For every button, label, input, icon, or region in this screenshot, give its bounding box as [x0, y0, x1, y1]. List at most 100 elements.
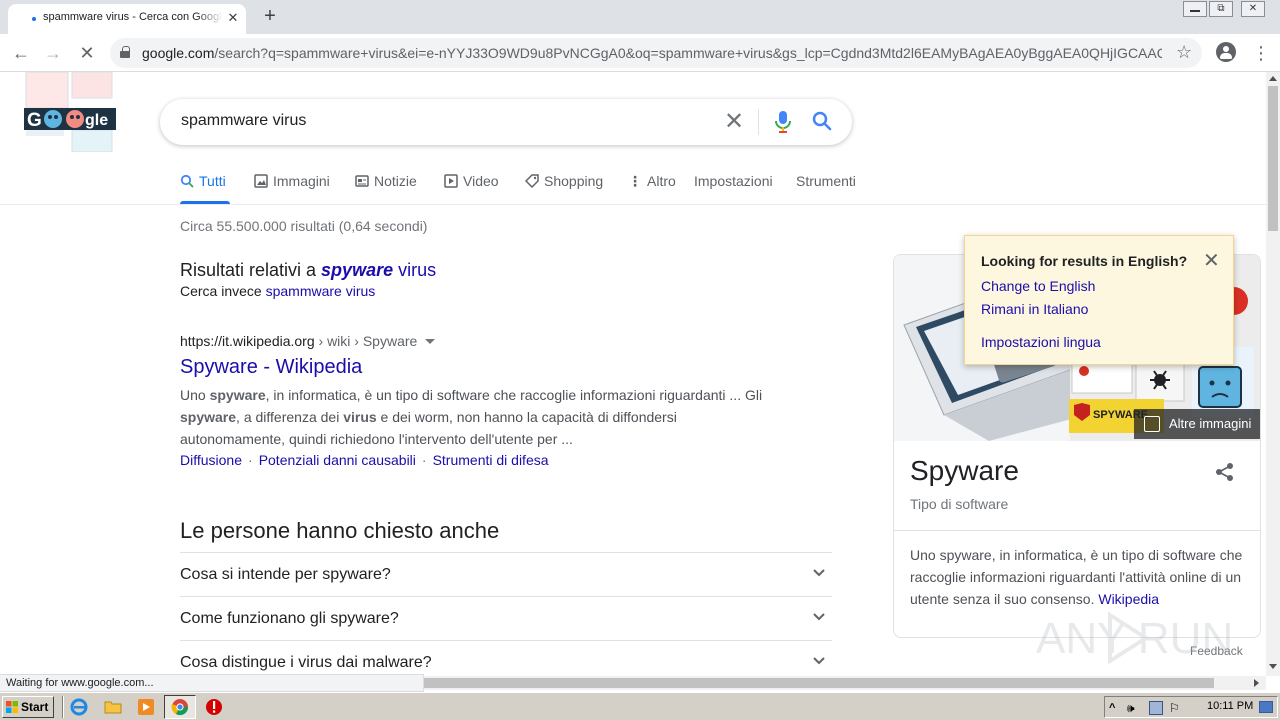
- media-player-icon[interactable]: [137, 698, 155, 716]
- address-bar[interactable]: google.com/search?q=spammware+virus&ei=e…: [110, 38, 1202, 68]
- knowledge-panel-title: Spyware: [910, 455, 1019, 486]
- clear-search-icon[interactable]: ✕: [722, 107, 746, 136]
- people-also-ask-title: Le persone hanno chiesto anche: [180, 518, 500, 543]
- tab-more[interactable]: ⋮ Altro: [628, 173, 676, 190]
- scroll-up-arrow-icon[interactable]: [1269, 76, 1277, 81]
- more-images-button[interactable]: Altre immagini: [1134, 409, 1260, 439]
- taskbar-divider: [62, 696, 64, 718]
- tab-video-label: Video: [463, 173, 499, 189]
- chevron-down-icon: [813, 569, 825, 577]
- watermark-text: ANY RUN: [1036, 614, 1233, 663]
- snippet-text: , a differenza dei: [236, 409, 344, 425]
- url-text[interactable]: google.com/search?q=spammware+virus&ei=e…: [142, 45, 1162, 61]
- alert-app-icon[interactable]: [205, 698, 223, 716]
- paa-question[interactable]: Cosa si intende per spyware?: [180, 552, 832, 596]
- search-icon[interactable]: [812, 111, 832, 131]
- paa-question-text: Come funzionano gli spyware?: [180, 610, 399, 627]
- knowledge-panel-divider: [894, 530, 1260, 531]
- wikipedia-source-link[interactable]: Wikipedia: [1098, 591, 1159, 607]
- scroll-down-arrow-icon[interactable]: [1269, 664, 1277, 669]
- start-button[interactable]: Start: [2, 696, 54, 718]
- sitelink-separator: ·: [248, 452, 253, 468]
- tab-shopping[interactable]: Shopping: [525, 173, 603, 189]
- browser-tab[interactable]: spammware virus - Cerca con Google ✕: [8, 4, 246, 34]
- tab-all[interactable]: Tutti: [180, 173, 226, 189]
- tab-images[interactable]: Immagini: [254, 173, 330, 189]
- network-icon[interactable]: [1149, 701, 1163, 715]
- google-results-page: G gle spammware virus ✕ Tutti Immagini N…: [0, 72, 1266, 676]
- search-box[interactable]: spammware virus ✕: [160, 99, 852, 145]
- original-query-link[interactable]: spammware virus: [266, 283, 376, 299]
- change-to-english-link[interactable]: Change to English: [981, 278, 1095, 294]
- search-input[interactable]: spammware virus: [181, 112, 306, 130]
- profile-avatar-icon[interactable]: [1216, 42, 1236, 62]
- more-images-label: Altre immagini: [1169, 416, 1252, 431]
- share-icon[interactable]: [1214, 461, 1236, 483]
- close-tab-icon[interactable]: ✕: [224, 9, 242, 27]
- horizontal-scroll-thumb[interactable]: [424, 678, 1214, 688]
- microphone-icon[interactable]: [774, 111, 792, 133]
- svg-text:gle: gle: [85, 112, 108, 129]
- tab-title: spammware virus - Cerca con Google: [43, 11, 223, 23]
- result-url-host: https://it.wikipedia.org: [180, 333, 315, 349]
- taskbar-chrome-active[interactable]: [164, 695, 196, 719]
- sitelink-strumenti[interactable]: Strumenti di difesa: [433, 452, 549, 468]
- restore-button[interactable]: ⧉: [1209, 1, 1233, 17]
- tab-video[interactable]: Video: [444, 173, 499, 189]
- start-label: Start: [21, 700, 49, 714]
- description-text: Uno spyware, in informatica, è un tipo d…: [910, 547, 1243, 607]
- tab-tools[interactable]: Strumenti: [796, 173, 856, 189]
- result-stats: Circa 55.500.000 risultati (0,64 secondi…: [180, 218, 428, 234]
- bookmark-star-icon[interactable]: ☆: [1176, 42, 1192, 63]
- corrected-query-link[interactable]: spyware virus: [321, 260, 436, 280]
- sitelink-danni[interactable]: Potenziali danni causabili: [259, 452, 416, 468]
- chevron-down-icon: [813, 657, 825, 665]
- spell-prefix: Risultati relativi a: [180, 260, 322, 280]
- result-title-link[interactable]: Spyware - Wikipedia: [180, 356, 362, 379]
- show-hidden-icons-icon[interactable]: ^: [1109, 701, 1123, 715]
- sitelink-diffusione[interactable]: Diffusione: [180, 452, 242, 468]
- stay-italian-link[interactable]: Rimani in Italiano: [981, 301, 1088, 317]
- volume-icon[interactable]: 🕪: [1127, 701, 1141, 715]
- tab-settings[interactable]: Impostazioni: [694, 173, 773, 189]
- browser-toolbar: ← → ✕ google.com/search?q=spammware+viru…: [0, 34, 1280, 72]
- folder-icon[interactable]: [104, 698, 122, 716]
- show-desktop-icon[interactable]: [1259, 701, 1273, 713]
- vertical-scrollbar[interactable]: [1266, 72, 1280, 676]
- minimize-button[interactable]: [1183, 1, 1207, 17]
- back-button[interactable]: ←: [8, 40, 34, 66]
- snippet-highlight: spyware: [209, 387, 266, 403]
- snippet-text: , in informatica, è un tipo di software …: [265, 387, 763, 403]
- gallery-icon: [1144, 416, 1160, 432]
- close-window-button[interactable]: ✕: [1241, 1, 1265, 17]
- lock-icon[interactable]: [120, 46, 130, 58]
- internet-explorer-icon[interactable]: [70, 698, 88, 716]
- corrected-rest: virus: [393, 260, 437, 280]
- tab-more-label: Altro: [647, 173, 676, 189]
- result-menu-caret-icon[interactable]: [425, 339, 435, 344]
- action-center-flag-icon[interactable]: ⚐: [1169, 701, 1183, 715]
- tab-news-label: Notizie: [374, 173, 417, 189]
- result-url-path: › wiki › Spyware: [314, 333, 418, 349]
- corrected-term: spyware: [321, 260, 394, 280]
- result-url[interactable]: https://it.wikipedia.org › wiki › Spywar…: [180, 333, 417, 349]
- forward-button[interactable]: →: [40, 40, 66, 66]
- windows-flag-icon: [6, 701, 18, 713]
- paa-question[interactable]: Cosa distingue i virus dai malware?: [180, 640, 832, 676]
- stop-loading-button[interactable]: ✕: [74, 40, 100, 66]
- new-tab-button[interactable]: +: [258, 5, 282, 29]
- loading-favicon-icon: [32, 17, 36, 21]
- tab-news[interactable]: Notizie: [355, 173, 417, 189]
- paa-question[interactable]: Come funzionano gli spyware?: [180, 596, 832, 640]
- vertical-scroll-thumb[interactable]: [1268, 86, 1278, 231]
- browser-menu-icon[interactable]: ⋮: [1252, 40, 1270, 66]
- close-popup-icon[interactable]: ✕: [1203, 248, 1220, 273]
- language-settings-link[interactable]: Impostazioni lingua: [981, 334, 1101, 350]
- snippet-text: Uno: [180, 387, 210, 403]
- snippet-highlight: spyware: [180, 409, 237, 425]
- image-icon: [254, 174, 268, 188]
- play-icon: [444, 174, 458, 188]
- google-doodle-logo[interactable]: G gle: [24, 72, 116, 152]
- scroll-right-arrow-icon[interactable]: [1254, 679, 1259, 687]
- taskbar-clock: 10:11 PM: [1207, 700, 1254, 712]
